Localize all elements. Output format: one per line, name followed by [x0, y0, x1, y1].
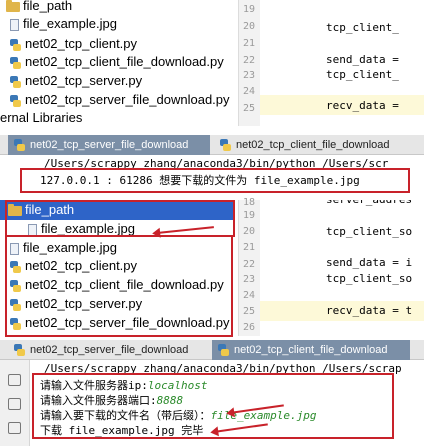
project-tree-middle: file_path file_example.jpg file_example.… — [0, 200, 238, 336]
run-tab-bar-bottom: net02_tcp_server_file_download net02_tcp… — [0, 340, 424, 360]
python-file-icon — [218, 344, 229, 356]
run-tab-bar-top: net02_tcp_server_file_download net02_tcp… — [0, 135, 424, 155]
python-file-icon — [14, 344, 25, 356]
file-icon — [10, 18, 19, 31]
tab-server-run[interactable]: net02_tcp_server_file_download — [8, 135, 210, 155]
line-gutter-middle: 18 19 20 21 22 23 24 25 26 — [238, 197, 260, 336]
python-file-icon — [14, 139, 25, 151]
print-icon[interactable] — [8, 422, 21, 434]
tree-item-file[interactable]: net02_tcp_server.py — [10, 294, 142, 314]
console-server[interactable]: /Users/scrappy_zhang/anaconda3/bin/pytho… — [0, 155, 424, 200]
tree-item-file[interactable]: net02_tcp_client_file_download.py — [10, 275, 224, 295]
soft-wrap-icon[interactable] — [8, 398, 21, 410]
python-file-icon — [10, 279, 21, 292]
download-complete-line: 下载 file_example.jpg 完毕 — [40, 424, 204, 437]
server-download-request-line: 127.0.0.1 : 61286 想要下载的文件为 file_example.… — [40, 174, 360, 187]
folder-icon — [6, 0, 20, 12]
scroll-to-end-icon[interactable] — [8, 374, 21, 386]
tree-item-file[interactable]: net02_tcp_server_file_download.py — [10, 313, 230, 333]
console-client[interactable]: /Users/scrappy_zhang/anaconda3/bin/pytho… — [30, 360, 424, 446]
python-file-icon — [10, 75, 21, 88]
tree-item-file[interactable]: net02_tcp_server_file_download.py — [10, 90, 230, 110]
python-file-icon — [220, 139, 231, 151]
tree-item-file[interactable]: net02_tcp_client_file_download.py — [10, 52, 224, 72]
tree-item-file[interactable]: net02_tcp_server.py — [10, 71, 142, 91]
python-file-icon — [10, 298, 21, 311]
tree-item-folder[interactable]: file_path — [0, 200, 234, 220]
code-editor-top[interactable]: tcp_client_ send_data = tcp_client_ recv… — [260, 0, 424, 126]
line-gutter-top: 19 20 21 22 23 24 25 — [238, 0, 260, 126]
python-file-icon — [10, 260, 21, 273]
python-file-icon — [10, 56, 21, 69]
console-toolbar — [0, 360, 30, 446]
tab-client-run[interactable]: net02_tcp_client_file_download — [214, 135, 424, 155]
code-editor-middle[interactable]: server_addres tcp_client_so send_data = … — [260, 200, 424, 336]
tree-item-libraries[interactable]: ernal Libraries — [0, 108, 82, 126]
project-tree-top: file_path file_example.jpg net02_tcp_cli… — [0, 0, 238, 126]
tree-item-file[interactable]: net02_tcp_client.py — [10, 256, 137, 276]
file-icon — [28, 223, 37, 236]
tree-item-file[interactable]: file_example.jpg — [28, 219, 135, 239]
tree-item-file[interactable]: file_example.jpg — [10, 14, 117, 34]
tree-item-file[interactable]: file_example.jpg — [10, 238, 117, 258]
python-file-icon — [10, 38, 21, 51]
tab-server-run[interactable]: net02_tcp_server_file_download — [8, 340, 212, 360]
tab-client-run[interactable]: net02_tcp_client_file_download — [212, 340, 410, 360]
tree-item-file[interactable]: net02_tcp_client.py — [10, 34, 137, 54]
python-file-icon — [10, 94, 21, 107]
folder-icon — [8, 203, 22, 216]
python-file-icon — [10, 317, 21, 330]
file-icon — [10, 242, 19, 255]
